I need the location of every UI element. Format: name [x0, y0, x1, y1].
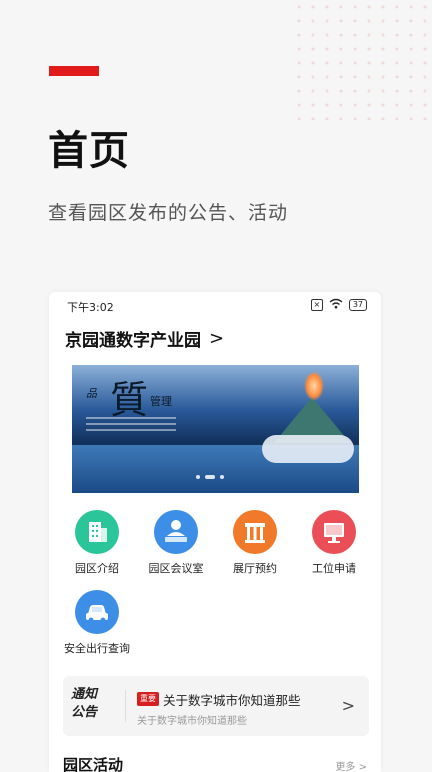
wifi-icon [329, 298, 343, 312]
chevron-right-icon: > [341, 696, 355, 715]
page-title: 首页 [48, 128, 130, 174]
status-time: 下午3:02 [67, 301, 114, 314]
carousel-dot-active[interactable] [205, 475, 215, 479]
activities-section-title: 园区活动 [63, 756, 124, 772]
banner-decorative-lines [86, 417, 176, 435]
announcement-logo-line1: 通知 [71, 687, 98, 702]
banner-cloud [262, 435, 354, 463]
feature-park-intro[interactable]: 园区介绍 [57, 510, 137, 576]
carousel-dot[interactable] [196, 475, 200, 479]
feature-label: 展厅预约 [233, 562, 277, 575]
battery-icon: 37 [348, 299, 367, 311]
feature-workstation-apply[interactable]: 工位申请 [294, 510, 374, 576]
car-icon [75, 590, 119, 634]
divider [125, 690, 126, 722]
feature-label: 园区介绍 [75, 562, 119, 575]
feature-label: 园区会议室 [148, 562, 204, 575]
building-icon [75, 510, 119, 554]
more-link[interactable]: 更多 > [335, 758, 367, 772]
workstation-icon [312, 510, 356, 554]
notification-icon: × [310, 299, 323, 311]
feature-meeting-room[interactable]: 园区会议室 [136, 510, 216, 576]
meeting-room-icon [154, 510, 198, 554]
banner-text-left: 品 [86, 387, 97, 400]
banner-light-burst [304, 371, 324, 401]
park-selector[interactable]: 京园通数字产业园 > [65, 326, 224, 351]
accent-bar [49, 66, 99, 76]
exhibition-hall-icon [233, 510, 277, 554]
page-subtitle: 查看园区发布的公告、活动 [48, 202, 289, 224]
feature-safe-travel[interactable]: 安全出行查询 [57, 590, 137, 656]
announcement-title: 关于数字城市你知道那些 [163, 693, 301, 708]
carousel-indicator [196, 475, 224, 479]
status-bar: 下午3:02 × 37 [67, 298, 367, 314]
announcement-logo-line2: 公告 [71, 705, 98, 720]
feature-exhibition-booking[interactable]: 展厅预约 [215, 510, 295, 576]
status-icons: × 37 [310, 298, 367, 312]
banner-carousel[interactable]: 品 質 管理 [72, 365, 359, 493]
feature-label: 工位申请 [312, 562, 356, 575]
decorative-dot-pattern [292, 0, 432, 120]
announcement-subtitle: 关于数字城市你知道那些 [137, 716, 247, 727]
announcement-card[interactable]: 通知 公告 重要 关于数字城市你知道那些 关于数字城市你知道那些 > [63, 676, 369, 736]
important-badge: 重要 [137, 692, 159, 706]
announcement-logo: 通知 公告 [71, 686, 97, 722]
carousel-dot[interactable] [220, 475, 224, 479]
banner-text-right: 管理 [150, 395, 172, 408]
park-name: 京园通数字产业园 [65, 331, 201, 351]
banner-text-main: 質 [110, 378, 149, 422]
phone-preview: 下午3:02 × 37 京园通数字产业园 > 品 質 管理 园区介绍 园区会议室… [49, 292, 381, 772]
chevron-right-icon: > [209, 328, 225, 349]
feature-label: 安全出行查询 [64, 642, 130, 655]
